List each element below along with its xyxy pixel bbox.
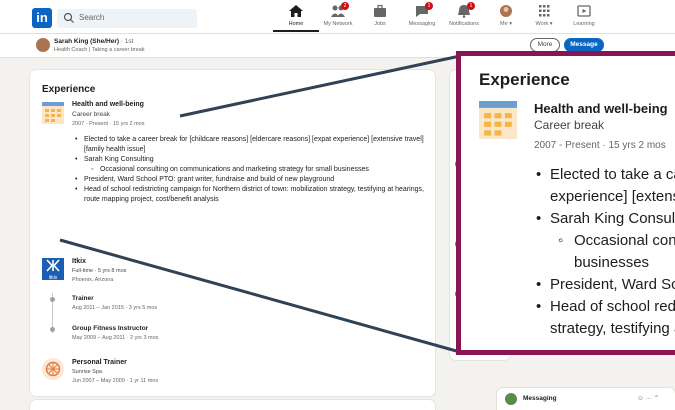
nav-learning[interactable]: Learning: [561, 4, 607, 32]
description-bullet: Elected to take a career break for [chil…: [72, 135, 427, 155]
zoom-sub-bullet: Occasional consulting on communications …: [534, 230, 675, 252]
job-date: 2007 - Present · 15 yrs 2 mos: [72, 121, 145, 127]
nav-label: My Network: [323, 21, 353, 27]
job-date: Jun 2007 – May 2009 · 1 yr 11 mos: [72, 378, 159, 384]
notification-badge: 2: [341, 2, 349, 10]
experience-heading: Experience: [42, 84, 96, 95]
zoom-job-subtitle: Career break: [534, 118, 605, 132]
nav-messaging[interactable]: 1 Messaging: [399, 2, 445, 32]
sunrise-spa-logo-icon: [42, 358, 64, 380]
logo-text: itkix: [48, 275, 58, 281]
bullet-text: Elected to take a career break for [chil…: [84, 136, 332, 143]
nav-label: Learning: [573, 21, 595, 27]
zoom-bullet-continuation: businesses: [574, 254, 650, 271]
bullet-text: Head of school redistricting campaign fo…: [84, 186, 328, 193]
zoom-experience-heading: Experience: [479, 70, 570, 89]
zoom-bullet: President, Ward School PTO: grant writer…: [534, 274, 675, 296]
zoom-job-title: Health and well-being: [534, 101, 668, 116]
company-name: Sunrise Spa: [72, 369, 102, 375]
zoom-job-description: Elected to take a career break for [chil…: [534, 164, 675, 340]
zoom-bullet: Head of school redistricting campaign fo…: [534, 296, 675, 318]
company-location: Phoenix, Arizona: [72, 277, 114, 283]
job-title[interactable]: Personal Trainer: [72, 359, 127, 366]
description-sub-bullet: Occasional consulting on communications …: [72, 165, 427, 175]
zoom-bullet-continuation: strategy, testifying at hearings, route …: [550, 320, 675, 337]
description-bullet: Sarah King Consulting: [72, 155, 427, 165]
linkedin-logo-icon[interactable]: in: [32, 8, 52, 28]
job-description: Elected to take a career break for [chil…: [72, 135, 427, 205]
bullet-text: Occasional consulting on communications …: [100, 166, 332, 173]
search-bar[interactable]: Search: [57, 9, 197, 28]
career-break-logo-icon: [479, 101, 517, 139]
company-name[interactable]: Itkix: [72, 258, 86, 265]
nav-jobs[interactable]: Jobs: [357, 4, 403, 32]
description-bullet: Head of school redistricting campaign fo…: [72, 185, 427, 205]
messaging-label: Messaging: [523, 395, 557, 402]
messaging-actions-icon[interactable]: ☺ ··· ⌃: [637, 394, 659, 402]
zoom-callout: Experience Health and well-being Career …: [456, 51, 675, 355]
search-input[interactable]: Search: [79, 13, 104, 22]
description-bullet: President, Ward School PTO: grant writer…: [72, 175, 427, 185]
zoom-bullet: Elected to take a career break for [chil…: [534, 164, 675, 186]
nav-notifications[interactable]: 1 Notifications: [441, 2, 487, 32]
role-date: Aug 2011 – Jan 2015 · 3 yrs 5 mos: [72, 305, 158, 311]
itkix-logo-icon[interactable]: itkix: [42, 258, 64, 281]
notification-badge: 1: [425, 2, 433, 10]
zoom-job-date: 2007 - Present · 15 yrs 2 mos: [534, 140, 666, 151]
role-title[interactable]: Group Fitness Instructor: [72, 325, 148, 332]
job-subtitle: Career break: [72, 111, 110, 118]
timeline-dot: [50, 297, 55, 302]
profile-name-text: Sarah King (She/Her): [54, 38, 120, 45]
role-title[interactable]: Trainer: [72, 295, 94, 302]
nav-label: Messaging: [408, 21, 436, 27]
profile-name: Sarah King (She/Her) · 1st: [54, 38, 133, 45]
avatar: [505, 393, 517, 405]
profile-headline: Health Coach | Taking a career break: [54, 47, 145, 53]
learning-icon: [577, 5, 591, 17]
nav-my-network[interactable]: 2 My Network: [315, 2, 361, 32]
home-icon: [289, 5, 303, 17]
search-icon: [63, 12, 74, 23]
zoom-bullet-continuation: experience] [extensive travel] [family h…: [550, 188, 675, 205]
jobs-icon: [374, 4, 386, 17]
avatar-icon: [500, 5, 512, 17]
more-button[interactable]: More: [530, 38, 560, 52]
top-nav: in Search Home 2 My Network Jobs 1 Messa…: [0, 0, 675, 34]
nav-label: Home: [288, 21, 304, 27]
job-title[interactable]: Health and well-being: [72, 101, 144, 108]
nav-home[interactable]: Home: [273, 4, 319, 32]
role-date: May 2009 – Aug 2011 · 2 yrs 3 mos: [72, 335, 159, 341]
connection-degree: · 1st: [119, 38, 134, 45]
message-button[interactable]: Message: [564, 38, 604, 52]
employment-type: Full-time · 5 yrs 8 mos: [72, 268, 127, 274]
timeline-dot: [50, 327, 55, 332]
bullet-text: businesses: [333, 166, 369, 173]
nav-label: Notifications: [449, 21, 479, 27]
grid-icon: [539, 5, 550, 17]
next-section-card: [30, 400, 435, 410]
career-break-logo-icon: [42, 102, 64, 124]
messaging-bar[interactable]: Messaging ☺ ··· ⌃: [497, 388, 675, 410]
nav-label: Jobs: [374, 21, 386, 27]
avatar[interactable]: [36, 38, 50, 52]
zoom-bullet: Sarah King Consulting: [534, 208, 675, 230]
experience-card: [30, 70, 435, 396]
itkix-mark-icon: [46, 259, 60, 272]
notification-badge: 1: [467, 2, 475, 10]
